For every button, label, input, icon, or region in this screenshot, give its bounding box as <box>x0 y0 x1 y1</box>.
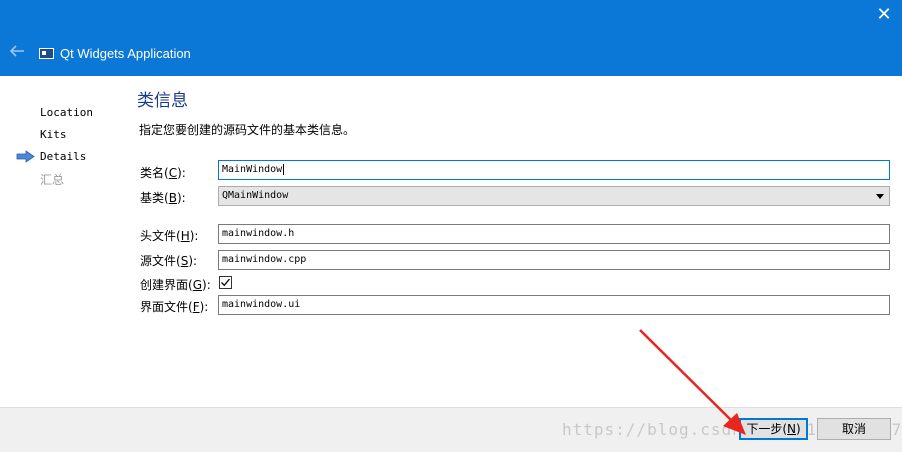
step-summary: 汇总 <box>40 173 65 187</box>
cancel-button[interactable]: 取消 <box>817 418 891 440</box>
form-file-label: 界面文件(F): <box>140 300 209 314</box>
create-form-checkbox[interactable] <box>219 276 232 289</box>
qt-app-icon <box>39 48 54 59</box>
base-class-label: 基类(B): <box>140 191 186 205</box>
page-title: 类信息 <box>137 91 188 111</box>
source-file-input[interactable]: mainwindow.cpp <box>218 250 890 270</box>
wizard-steps <box>0 76 128 406</box>
source-file-label: 源文件(S): <box>140 254 198 268</box>
class-name-label: 类名(C): <box>140 166 186 180</box>
step-location: Location <box>40 106 93 119</box>
close-icon[interactable]: ✕ <box>873 4 895 26</box>
back-arrow-icon[interactable] <box>8 42 26 60</box>
base-class-select[interactable]: QMainWindow <box>218 186 890 206</box>
create-form-label: 创建界面(G): <box>140 278 211 292</box>
chevron-down-icon <box>876 194 884 199</box>
class-name-input[interactable]: MainWindow <box>218 160 890 180</box>
checkmark-icon <box>221 278 231 287</box>
page-description: 指定您要创建的源码文件的基本类信息。 <box>139 123 356 137</box>
annotation-arrow-icon <box>639 329 746 435</box>
title-bar: ✕ Qt Widgets Application <box>0 0 902 76</box>
text-caret <box>283 163 285 175</box>
current-step-arrow-icon <box>16 150 35 163</box>
form-file-input[interactable]: mainwindow.ui <box>218 295 890 315</box>
step-details: Details <box>40 150 87 163</box>
header-file-input[interactable]: mainwindow.h <box>218 224 890 244</box>
step-kits: Kits <box>40 128 67 141</box>
window-title: Qt Widgets Application <box>60 46 191 61</box>
header-file-label: 头文件(H): <box>140 229 199 243</box>
